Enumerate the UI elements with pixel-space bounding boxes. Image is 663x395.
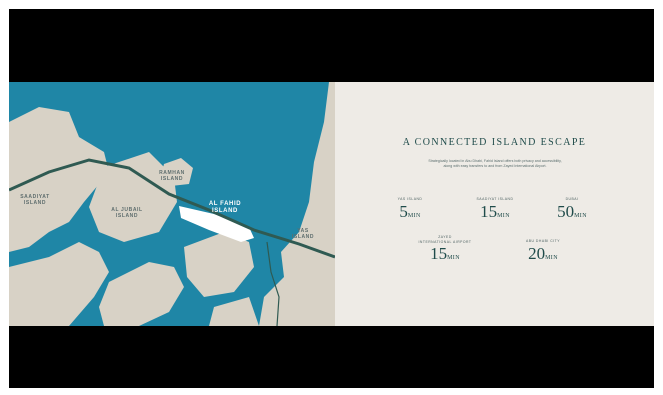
stat-saadiyat-island: SAADIYAT ISLAND 15MIN <box>470 197 520 226</box>
stat-value: 15MIN <box>480 201 510 221</box>
map-graphic <box>9 82 335 326</box>
location-map: SAADIYAT ISLAND AL JUBAIL ISLAND RAMHAN … <box>9 82 335 326</box>
stat-value: 20MIN <box>528 243 558 263</box>
map-label-al-jubail: AL JUBAIL ISLAND <box>111 207 143 219</box>
stat-label: ZAYED INTERNATIONAL AIRPORT <box>418 235 472 244</box>
stat-value: 15MIN <box>430 244 460 263</box>
description-line-2: along with easy transfers to and from Za… <box>443 164 547 168</box>
panel-title: A CONNECTED ISLAND ESCAPE <box>402 137 587 148</box>
stat-value: 50MIN <box>557 201 587 221</box>
panel-description: Strategically located in Abu Dhabi, Fahi… <box>395 159 595 169</box>
map-label-saadiyat: SAADIYAT ISLAND <box>20 194 50 206</box>
map-label-al-fahid: AL FAHID ISLAND <box>208 201 242 214</box>
map-label-ramhan: RAMHAN ISLAND <box>159 170 185 182</box>
stat-value: 5MIN <box>399 201 421 221</box>
stat-zayed-airport: ZAYED INTERNATIONAL AIRPORT 15MIN <box>415 235 475 268</box>
stat-abu-dhabi-city: ABU DHABI CITY 20MIN <box>515 239 571 268</box>
stat-dubai: DUBAI 50MIN <box>547 197 597 226</box>
map-label-yas: YAS ISLAND <box>291 228 315 240</box>
info-panel: A CONNECTED ISLAND ESCAPE Strategically … <box>335 82 654 326</box>
stat-yas-island: YAS ISLAND 5MIN <box>390 197 430 226</box>
